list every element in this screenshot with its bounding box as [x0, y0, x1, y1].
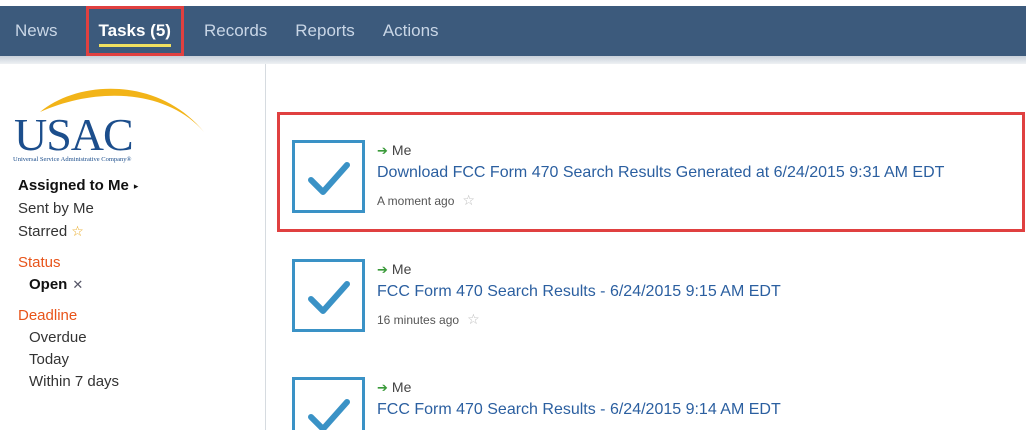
tab-reports[interactable]: Reports	[281, 6, 369, 56]
filter-assigned-label: Assigned to Me	[18, 177, 129, 194]
filter-assigned-to-me[interactable]: Assigned to Me ▸	[18, 174, 138, 197]
task-title-link[interactable]: FCC Form 470 Search Results - 6/24/2015 …	[377, 401, 781, 419]
task-timestamp: A moment ago ☆	[377, 192, 475, 209]
task-time-label: A moment ago	[377, 194, 455, 208]
triangle-right-icon: ▸	[133, 181, 139, 191]
filter-list: Assigned to Me ▸ Sent by Me Starred ☆ Stat…	[18, 174, 138, 393]
filter-sent-by-me[interactable]: Sent by Me	[18, 197, 138, 220]
usac-logo: USAC Universal Service Administrative Co…	[10, 76, 204, 163]
task-assignee: ➔ Me	[377, 261, 411, 278]
filter-starred-label: Starred	[18, 223, 68, 240]
star-icon: ☆	[71, 223, 84, 239]
nav-shadow	[0, 56, 1026, 64]
sidebar: USAC Universal Service Administrative Co…	[0, 64, 266, 430]
arrow-right-icon: ➔	[377, 380, 388, 395]
close-icon[interactable]: ✕	[72, 277, 83, 292]
status-heading: Status	[18, 254, 61, 271]
task-item: ➔ Me Download FCC Form 470 Search Results…	[292, 140, 1012, 236]
deadline-within-7-days[interactable]: Within 7 days	[18, 371, 138, 393]
arrow-right-icon: ➔	[377, 143, 388, 158]
arrow-right-icon: ➔	[377, 262, 388, 277]
task-assignee: ➔ Me	[377, 142, 411, 159]
task-assignee: ➔ Me	[377, 379, 411, 396]
task-checkbox[interactable]	[292, 377, 365, 430]
task-title-link[interactable]: Download FCC Form 470 Search Results Gen…	[377, 164, 944, 182]
top-nav: News Tasks (5) Records Reports Actions	[0, 6, 1026, 64]
tab-actions[interactable]: Actions	[369, 6, 453, 56]
task-checkbox[interactable]	[292, 259, 365, 332]
status-open-filter[interactable]: Open ✕	[18, 274, 138, 296]
filter-starred[interactable]: Starred ☆	[18, 220, 138, 243]
star-icon[interactable]: ☆	[467, 311, 480, 327]
checkmark-icon	[308, 281, 350, 314]
task-timestamp: 16 minutes ago ☆	[377, 311, 480, 328]
tab-news[interactable]: News	[0, 6, 72, 56]
task-checkbox[interactable]	[292, 140, 365, 213]
task-time-label: 16 minutes ago	[377, 313, 460, 327]
assignee-label: Me	[391, 261, 412, 277]
task-item: ➔ Me FCC Form 470 Search Results - 6/24/2…	[292, 377, 1012, 430]
logo-wordmark: USAC	[14, 109, 134, 160]
checkmark-icon	[308, 399, 350, 430]
logo-tagline: Universal Service Administrative Company…	[13, 156, 132, 163]
deadline-overdue[interactable]: Overdue	[18, 327, 138, 349]
task-title-link[interactable]: FCC Form 470 Search Results - 6/24/2015 …	[377, 283, 781, 301]
tab-tasks[interactable]: Tasks (5)	[85, 6, 184, 56]
status-open-label: Open	[29, 276, 68, 293]
deadline-today[interactable]: Today	[18, 349, 138, 371]
checkmark-icon	[308, 162, 350, 195]
task-item: ➔ Me FCC Form 470 Search Results - 6/24/2…	[292, 259, 1012, 355]
deadline-heading: Deadline	[18, 307, 78, 324]
star-icon[interactable]: ☆	[462, 192, 475, 208]
assignee-label: Me	[391, 379, 412, 395]
tab-records[interactable]: Records	[190, 6, 281, 56]
assignee-label: Me	[391, 142, 412, 158]
